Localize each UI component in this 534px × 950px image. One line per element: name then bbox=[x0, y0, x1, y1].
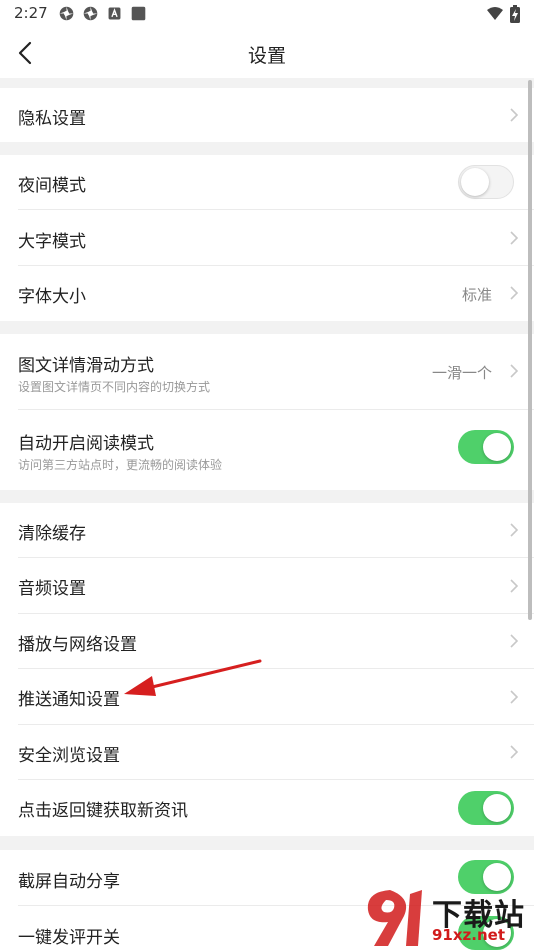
settings-app-icon bbox=[59, 6, 74, 21]
watermark-logo: 下载站 91xz.net bbox=[360, 886, 534, 950]
chevron-right-icon bbox=[510, 523, 519, 537]
row-large-text-mode[interactable]: 大字模式 bbox=[0, 210, 534, 266]
row-clear-cache[interactable]: 清除缓存 bbox=[0, 503, 534, 558]
auto-reading-toggle[interactable] bbox=[458, 430, 514, 464]
row-label: 点击返回键获取新资讯 bbox=[18, 801, 188, 821]
row-label: 一键发评开关 bbox=[18, 928, 120, 948]
chevron-right-icon bbox=[510, 286, 519, 300]
settings-app-icon bbox=[83, 6, 98, 21]
battery-charging-icon bbox=[510, 5, 520, 23]
row-back-key-refresh[interactable]: 点击返回键获取新资讯 bbox=[0, 780, 534, 836]
settings-group-privacy: 隐私设置 bbox=[0, 88, 534, 142]
keyboard-a-icon bbox=[108, 7, 121, 20]
row-label: 播放与网络设置 bbox=[18, 635, 137, 655]
row-label: 安全浏览设置 bbox=[18, 746, 120, 766]
toggle-knob bbox=[461, 168, 489, 196]
row-audio-settings[interactable]: 音频设置 bbox=[0, 558, 534, 614]
chevron-right-icon bbox=[510, 364, 519, 378]
chevron-right-icon bbox=[510, 108, 519, 122]
row-label: 音频设置 bbox=[18, 579, 86, 599]
square-app-icon bbox=[131, 6, 146, 21]
row-push-notification[interactable]: 推送通知设置 bbox=[0, 669, 534, 725]
chevron-right-icon bbox=[510, 231, 519, 245]
chevron-right-icon bbox=[510, 690, 519, 704]
row-label: 清除缓存 bbox=[18, 524, 86, 544]
row-label: 推送通知设置 bbox=[18, 690, 120, 710]
row-label: 图文详情滑动方式 bbox=[18, 356, 154, 376]
row-label: 夜间模式 bbox=[18, 176, 86, 196]
settings-group-general: 清除缓存 音频设置 播放与网络设置 推送通知设置 安全浏览设置 点击返回键获取新… bbox=[0, 503, 534, 836]
row-image-text-swipe[interactable]: 图文详情滑动方式 设置图文详情页不同内容的切换方式 一滑一个 bbox=[0, 334, 534, 410]
row-label: 自动开启阅读模式 bbox=[18, 434, 154, 454]
chevron-right-icon bbox=[510, 745, 519, 759]
wifi-icon bbox=[487, 7, 503, 20]
settings-group-display: 夜间模式 大字模式 字体大小 标准 bbox=[0, 155, 534, 321]
row-subtitle: 设置图文详情页不同内容的切换方式 bbox=[18, 380, 211, 394]
row-subtitle: 访问第三方站点时，更流畅的阅读体验 bbox=[18, 458, 223, 472]
back-key-refresh-toggle[interactable] bbox=[458, 791, 514, 825]
row-auto-reading-mode[interactable]: 自动开启阅读模式 访问第三方站点时，更流畅的阅读体验 bbox=[0, 410, 534, 490]
status-bar: 2:27 bbox=[0, 0, 534, 28]
font-size-value: 标准 bbox=[461, 286, 492, 304]
chevron-right-icon bbox=[510, 634, 519, 648]
night-mode-toggle[interactable] bbox=[458, 165, 514, 199]
row-font-size[interactable]: 字体大小 标准 bbox=[0, 266, 534, 321]
chevron-right-icon bbox=[510, 579, 519, 593]
row-night-mode[interactable]: 夜间模式 bbox=[0, 155, 534, 210]
swipe-mode-value: 一滑一个 bbox=[431, 364, 492, 382]
nav-bar: 设置 bbox=[0, 28, 534, 78]
row-label: 截屏自动分享 bbox=[18, 872, 120, 892]
row-playback-network[interactable]: 播放与网络设置 bbox=[0, 614, 534, 669]
toggle-knob bbox=[483, 433, 511, 461]
row-safe-browsing[interactable]: 安全浏览设置 bbox=[0, 725, 534, 780]
status-system-icons bbox=[486, 5, 520, 23]
settings-group-reading: 图文详情滑动方式 设置图文详情页不同内容的切换方式 一滑一个 自动开启阅读模式 … bbox=[0, 334, 534, 490]
row-label: 字体大小 bbox=[18, 287, 86, 307]
watermark-url: 91xz.net bbox=[432, 926, 506, 944]
status-time: 2:27 bbox=[14, 4, 48, 22]
row-label: 隐私设置 bbox=[18, 109, 86, 129]
status-notification-icons bbox=[58, 5, 147, 22]
watermark-91-logo-icon bbox=[367, 890, 422, 946]
page-title: 设置 bbox=[247, 45, 286, 67]
row-privacy-settings[interactable]: 隐私设置 bbox=[0, 88, 534, 142]
row-label: 大字模式 bbox=[18, 232, 86, 252]
scrollbar[interactable] bbox=[528, 80, 532, 620]
toggle-knob bbox=[483, 794, 511, 822]
